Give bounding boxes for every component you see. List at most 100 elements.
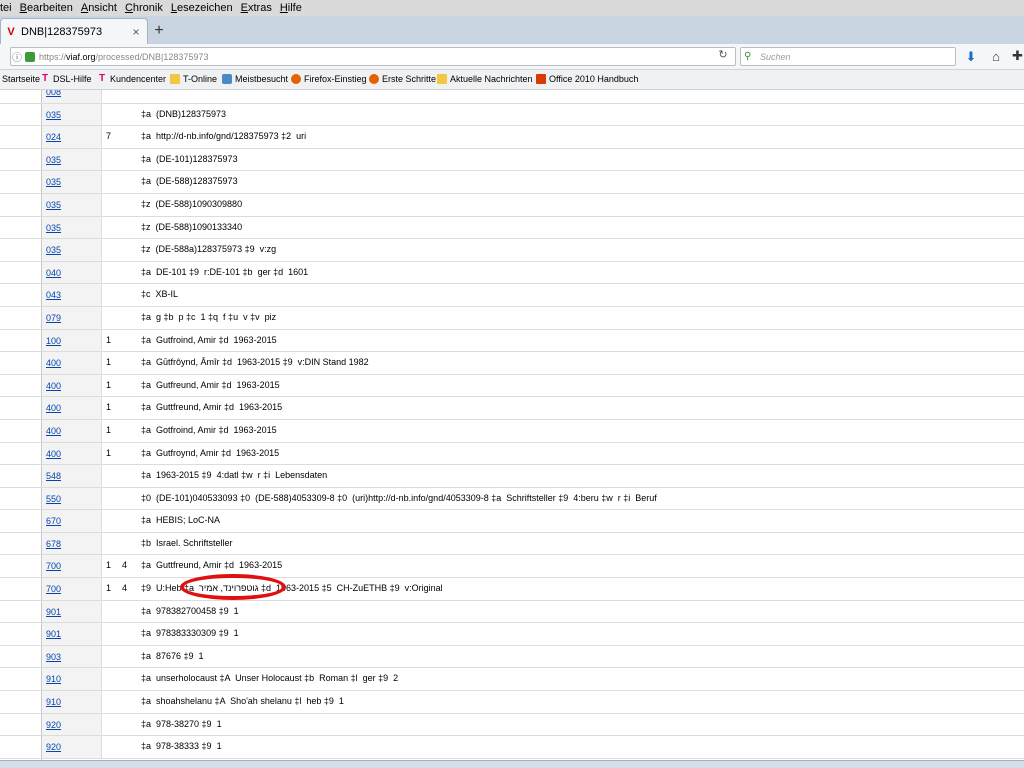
marc-tag-link[interactable]: 550 [46,494,61,504]
menu-item-bearbeiten[interactable]: Bearbeiten [16,2,77,14]
marc-tag-link[interactable]: 100 [46,336,61,346]
bookmark-startseite[interactable]: Startseite [2,74,40,84]
table-row: 550 ‡0 (DE-101)040533093 ‡0 (DE-588)40533… [0,487,1024,511]
table-row: 008 [0,90,1024,104]
table-row: 700 1 4 ‡9 U:Heb ‡a גוטפרוינד, אמיר ‡d 1963… [0,578,1024,601]
bookmark-dsl-hilfe[interactable]: T DSL-Hilfe [40,74,92,85]
field-content: ‡a 978382700458 ‡9 1 [141,605,239,616]
marc-tag-link[interactable]: 700 [46,584,61,594]
marc-tag-link[interactable]: 008 [46,90,61,97]
field-content: ‡a Gutfreund, Amir ‡d 1963-2015 [141,379,280,390]
search-icon: ⚲ [744,51,752,62]
table-row: 700 1 4 ‡a Guttfreund, Amir ‡d 1963-2015 [0,555,1024,579]
search-input[interactable]: ⚲ Suchen [740,47,956,66]
tab-viaf-record[interactable]: V DNB|128375973 × [0,18,148,44]
bookmark-meistbesucht[interactable]: Meistbesucht [222,74,288,84]
marc-tag-link[interactable]: 035 [46,110,61,120]
marc-tag-link[interactable]: 548 [46,471,61,481]
marc-tag-link[interactable]: 079 [46,313,61,323]
marc-tag-link[interactable]: 035 [46,223,61,233]
menu-item-ansicht[interactable]: Ansicht [77,2,121,14]
field-content: ‡a shoahshelanu ‡A Sho'ah shelanu ‡l heb… [141,696,344,707]
marc-tag-link[interactable]: 040 [46,268,61,278]
marc-tag-link[interactable]: 043 [46,290,61,300]
indicator-1: 1 [106,424,112,435]
menu-bar: tei Bearbeiten Ansicht Chronik Lesezeichen Ex… [0,0,1024,16]
marc-tag-link[interactable]: 400 [46,449,61,459]
field-content: ‡a (DE-101)128375973 [141,153,238,164]
bookmark-kundencenter[interactable]: T Kundencenter [97,73,167,85]
marc-tag-link[interactable]: 903 [46,652,61,662]
marc-tag-link[interactable]: 400 [46,403,61,413]
lock-icon[interactable] [25,51,35,62]
marc-tag-link[interactable]: 910 [46,674,61,684]
marc-record-table: 008 035 ‡a (DNB)128375973 024 7 ‡a http://d-n… [0,90,1024,759]
info-icon[interactable]: ⓘ [11,49,23,64]
bookmark-t-online[interactable]: T-Online [170,74,217,84]
marc-tag-link[interactable]: 901 [46,629,61,639]
bookmark-firefox-einstieg[interactable]: Firefox-Einstieg [291,74,367,84]
field-content: ‡a Gutfroind, Amir ‡d 1963-2015 [141,334,277,345]
url-bar[interactable]: ⓘ https://viaf.org/processed/DNB|1283759… [10,47,736,66]
tab-label: DNB|128375973 [21,25,103,38]
marc-tag-link[interactable]: 920 [46,742,61,752]
table-row: 400 1 ‡a Gotfroind, Amir ‡d 1963-2015 [0,419,1024,443]
table-row: 901 ‡a 978383330309 ‡9 1 [0,623,1024,646]
indicator-1: 1 [106,357,112,368]
marc-tag-link[interactable]: 700 [46,561,61,571]
new-tab-button[interactable]: + [150,22,168,40]
telekom-icon: T [98,73,106,84]
close-tab-icon[interactable]: × [129,25,143,39]
marc-tag-link[interactable]: 035 [46,245,61,255]
field-content: ‡a Guttfreund, Amir ‡d 1963-2015 [141,402,283,413]
marc-tag-link[interactable]: 910 [46,697,61,707]
home-icon[interactable]: ⌂ [988,49,1004,65]
menu-item-chronik[interactable]: Chronik [121,2,167,14]
table-row: 678 ‡b Israel. Schriftsteller [0,532,1024,556]
menu-item-extras[interactable]: Extras [237,2,276,14]
marc-tag-link[interactable]: 400 [46,381,61,391]
menu-item-hilfe[interactable]: Hilfe [276,2,306,14]
marc-tag-link[interactable]: 400 [46,358,61,368]
download-icon[interactable]: ⬇ [964,49,978,65]
bookmark-label: Erste Schritte [382,74,437,84]
bookmark-aktuelle-nachrichten[interactable]: Aktuelle Nachrichten [437,74,533,84]
window-bottom-border [0,760,1024,768]
marc-tag-link[interactable]: 670 [46,516,61,526]
bookmark-label: T-Online [183,74,218,84]
bookmark-label: Startseite [2,74,41,84]
bookmark-label: DSL-Hilfe [53,74,92,84]
folder-icon [170,74,180,84]
bookmark-label: Kundencenter [110,74,167,84]
marc-tag-link[interactable]: 035 [46,177,61,187]
marc-tag-link[interactable]: 920 [46,720,61,730]
bookmark-erste-schritte[interactable]: Erste Schritte [369,74,436,84]
field-content: ‡a Gotfroind, Amir ‡d 1963-2015 [141,424,277,435]
marc-tag-link[interactable]: 035 [46,155,61,165]
table-row: 035 ‡a (DNB)128375973 [0,103,1024,127]
marc-tag-link[interactable]: 901 [46,607,61,617]
table-row: 400 1 ‡a Gutfroynd, Amir ‡d 1963-2015 [0,442,1024,466]
marc-tag-link[interactable]: 035 [46,200,61,210]
table-row: 400 1 ‡a Guttfreund, Amir ‡d 1963-2015 [0,397,1024,420]
extension-icon[interactable]: ✚ [1012,48,1024,64]
reload-icon[interactable]: ↻ [716,48,730,62]
marc-tag-link[interactable]: 024 [46,132,61,142]
back-arrow-icon[interactable]: ‹ [0,48,8,64]
menu-item-lesezeichen[interactable]: Lesezeichen [167,2,237,14]
table-row: 040 ‡a DE-101 ‡9 r:DE-101 ‡b ger ‡d 1601 [0,261,1024,285]
indicator-1: 1 [106,379,112,390]
field-content: ‡a 1963-2015 ‡9 4:datl ‡w r ‡i Lebensdat… [141,470,328,481]
field-content: ‡a Gutfroynd, Amir ‡d 1963-2015 [141,447,280,458]
firefox-icon [291,74,301,84]
viaf-record-page: 008 035 ‡a (DNB)128375973 024 7 ‡a http://d-n… [0,90,1024,760]
field-content: ‡a unserholocaust ‡A Unser Holocaust ‡b … [141,673,399,684]
marc-tag-link[interactable]: 678 [46,539,61,549]
office-icon [536,74,546,84]
bookmark-office-2010-handbuch[interactable]: Office 2010 Handbuch [536,74,638,84]
menu-item-tei[interactable]: tei [0,2,16,14]
field-content: ‡a Gūtfrôynd, Āmîr ‡d 1963-2015 ‡9 v:DIN… [141,357,369,368]
marc-tag-link[interactable]: 400 [46,426,61,436]
bookmark-label: Firefox-Einstieg [304,74,367,84]
bookmark-label: Meistbesucht [235,74,289,84]
